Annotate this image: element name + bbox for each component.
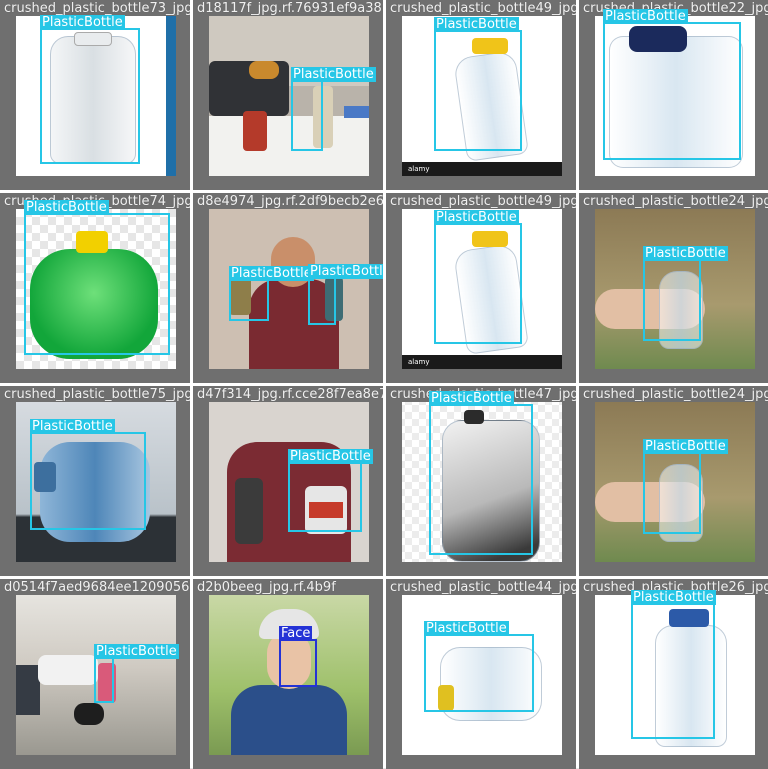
watermark: alamy <box>402 162 562 176</box>
class-label: Face <box>279 626 313 641</box>
image-filename: d47f314_jpg.rf.cce28f7ea8e79d0aa1 <box>197 387 383 402</box>
bounding-box[interactable]: PlasticBottle <box>643 246 728 341</box>
image-tile[interactable]: d0514f7aed9684ee12090563862057 PlasticBo… <box>0 579 190 769</box>
image-tile[interactable]: crushed_plastic_bottle44_jpg PlasticBott… <box>386 579 576 769</box>
image-filename: crushed_plastic_bottle49_jpg <box>390 194 576 209</box>
class-label: PlasticBottle <box>434 210 519 225</box>
bounding-box[interactable]: PlasticBottle <box>291 67 376 151</box>
bounding-box[interactable]: PlasticBottle <box>434 17 522 151</box>
image-filename: crushed_plastic_bottle49_jpg <box>390 1 576 16</box>
photo <box>209 16 369 176</box>
image-filename: crushed_plastic_bottle73_jpg.rf. <box>4 1 190 16</box>
image-filename: crushed_plastic_bottle44_jpg <box>390 580 576 595</box>
bounding-box[interactable]: PlasticBottle <box>424 621 534 712</box>
bounding-box[interactable]: PlasticBottle <box>30 419 146 530</box>
image-tile[interactable]: crushed_plastic_bottle24_jpg PlasticBott… <box>579 386 768 576</box>
bounding-box[interactable]: PlasticBottle <box>643 439 728 534</box>
image-tile[interactable]: crushed_plastic_bottle24_jpg PlasticBott… <box>579 193 768 383</box>
class-label: PlasticBottle <box>229 266 314 281</box>
class-label: PlasticBottle <box>24 200 109 215</box>
image-filename: d0514f7aed9684ee12090563862057 <box>4 580 190 595</box>
image-filename: d2b0beeg_jpg.rf.4b9f <box>197 580 336 595</box>
image-filename: crushed_plastic_bottle24_jpg <box>583 194 768 209</box>
class-label: PlasticBottle <box>603 9 688 24</box>
image-tile[interactable]: crushed_plastic_bottle26_jpg PlasticBott… <box>579 579 768 769</box>
image-filename: d8e4974_jpg.rf.2df9becb2e621d99e31a9d8e <box>197 194 383 209</box>
class-label: PlasticBottle <box>424 621 509 636</box>
image-tile[interactable]: d8e4974_jpg.rf.2df9becb2e621d99e31a9d8e … <box>193 193 383 383</box>
bounding-box[interactable]: PlasticBottle <box>631 590 716 739</box>
annotation-grid: crushed_plastic_bottle73_jpg.rf. Plastic… <box>0 0 768 769</box>
face-bounding-box[interactable]: Face <box>279 626 317 687</box>
bounding-box[interactable]: PlasticBottle <box>24 200 170 355</box>
bounding-box[interactable]: PlasticBottle <box>434 210 522 344</box>
bounding-box[interactable]: PlasticBottle <box>288 449 373 532</box>
image-tile[interactable]: crushed_plastic_bottle47_jpg PlasticBott… <box>386 386 576 576</box>
class-label: PlasticBottle <box>643 439 728 454</box>
bounding-box[interactable]: PlasticBottle <box>308 264 383 325</box>
class-label: PlasticBottle <box>30 419 115 434</box>
watermark: alamy <box>402 355 562 369</box>
class-label: PlasticBottle <box>631 590 716 605</box>
bounding-box[interactable]: PlasticBottle <box>94 644 179 703</box>
image-tile[interactable]: d47f314_jpg.rf.cce28f7ea8e79d0aa1 Plasti… <box>193 386 383 576</box>
bounding-box[interactable]: PlasticBottle <box>40 15 140 164</box>
bounding-box[interactable]: PlasticBottle <box>229 266 314 321</box>
class-label: PlasticBottle <box>434 17 519 32</box>
class-label: PlasticBottle <box>429 391 514 406</box>
class-label: PlasticBottle <box>643 246 728 261</box>
image-tile[interactable]: alamy crushed_plastic_bottle49_jpg Plast… <box>386 193 576 383</box>
class-label: PlasticBottle <box>291 67 376 82</box>
image-filename: d18117f_jpg.rf.76931ef9a3815ee61be14b68 <box>197 1 383 16</box>
image-tile[interactable]: alamy crushed_plastic_bottle49_jpg Plast… <box>386 0 576 190</box>
bounding-box[interactable]: PlasticBottle <box>603 9 741 160</box>
class-label: PlasticBottle <box>288 449 373 464</box>
image-tile[interactable]: d2b0beeg_jpg.rf.4b9f Face <box>193 579 383 769</box>
image-filename: crushed_plastic_bottle75_jpg.rf. <box>4 387 190 402</box>
bounding-box[interactable]: PlasticBottle <box>429 391 533 555</box>
image-tile[interactable]: crushed_plastic_bottle74_jpg.rf. Plastic… <box>0 193 190 383</box>
image-tile[interactable]: crushed_plastic_bottle73_jpg.rf. Plastic… <box>0 0 190 190</box>
image-tile[interactable]: d18117f_jpg.rf.76931ef9a3815ee61be14b68 … <box>193 0 383 190</box>
image-filename: crushed_plastic_bottle24_jpg <box>583 387 768 402</box>
image-tile[interactable]: crushed_plastic_bottle22_jpg PlasticBott… <box>579 0 768 190</box>
class-label: PlasticBottle <box>94 644 179 659</box>
image-tile[interactable]: crushed_plastic_bottle75_jpg.rf. Plastic… <box>0 386 190 576</box>
class-label: PlasticBottle <box>308 264 383 279</box>
class-label: PlasticBottle <box>40 15 125 30</box>
